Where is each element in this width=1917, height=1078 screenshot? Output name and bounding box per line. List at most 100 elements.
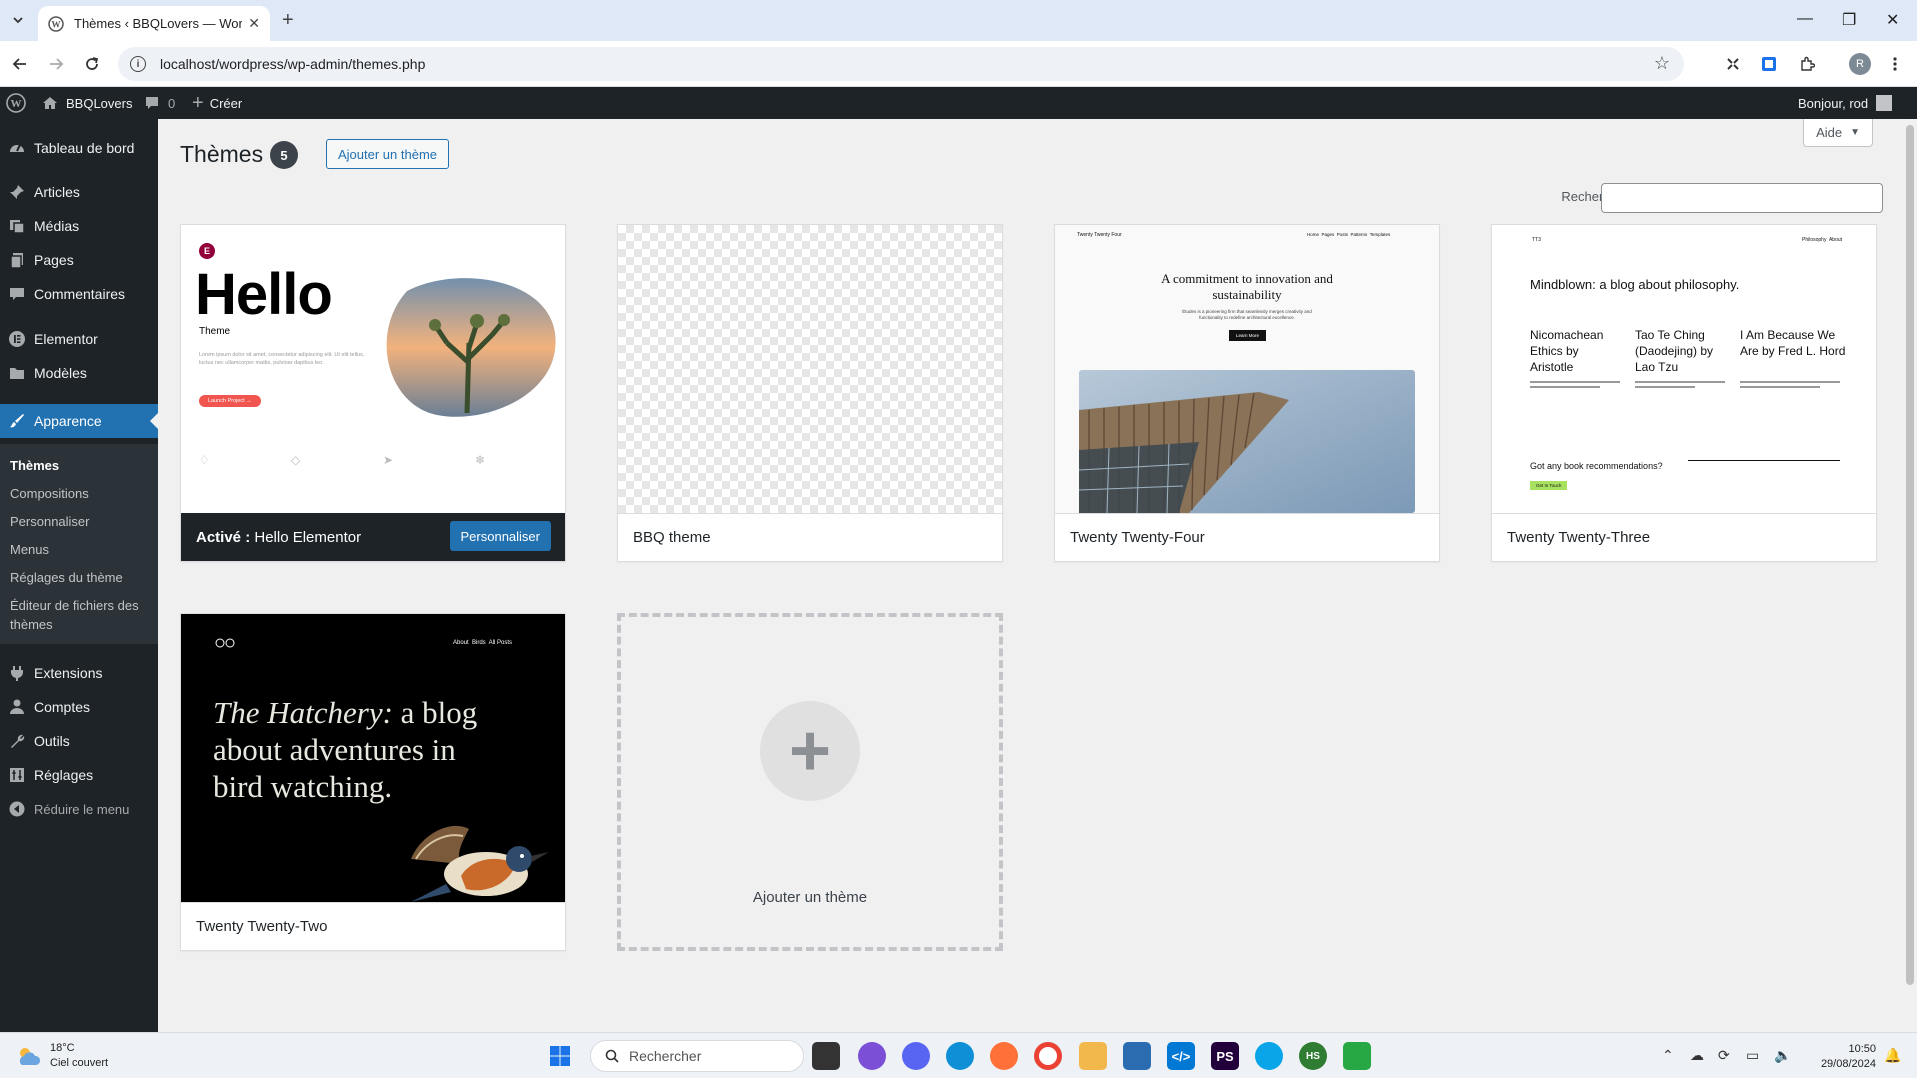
menu-elementor[interactable]: Elementor [0, 322, 158, 356]
add-theme-button[interactable]: Ajouter un thème [326, 139, 450, 169]
back-icon[interactable] [8, 52, 32, 76]
extension-icon[interactable] [1722, 53, 1744, 75]
new-tab-icon[interactable]: + [282, 9, 294, 32]
tt3-post-2: Tao Te Ching (Daodejing) by Lao Tzu [1635, 328, 1714, 374]
dashboard-icon [0, 139, 34, 157]
chrome-app-icon[interactable] [1034, 1042, 1062, 1070]
menu-templates[interactable]: Modèles [0, 356, 158, 390]
theme-screenshot[interactable] [618, 225, 1002, 513]
hello-sub: Theme [199, 326, 231, 337]
theme-screenshot[interactable]: TT3 Philosophy About Mindblown: a blog a… [1492, 225, 1876, 513]
browser-menu-icon[interactable] [1884, 53, 1906, 75]
firefox-app-icon[interactable] [990, 1042, 1018, 1070]
theme-card-twenty-twenty-two[interactable]: About Birds All Posts The Hatchery: a bl… [180, 613, 566, 951]
submenu-themes[interactable]: Thèmes [10, 456, 150, 475]
submenu-theme-settings[interactable]: Réglages du thème [10, 568, 150, 587]
site-name-link[interactable]: BBQLovers [42, 87, 132, 119]
my-account-link[interactable]: Bonjour, rod [1798, 87, 1893, 119]
menu-appearance[interactable]: Apparence [0, 404, 158, 438]
sync-icon[interactable]: ⟳ [1718, 1047, 1730, 1064]
menu-users[interactable]: Comptes [0, 690, 158, 724]
menu-label: Réglages [34, 767, 94, 783]
edge-app-icon[interactable] [946, 1042, 974, 1070]
bookmark-star-icon[interactable]: ☆ [1654, 53, 1670, 74]
volume-icon[interactable]: 🔈 [1774, 1047, 1791, 1064]
tab-close-icon[interactable]: ✕ [248, 15, 260, 32]
browser-app-icon[interactable] [1255, 1042, 1283, 1070]
page-scrollbar[interactable] [1903, 119, 1917, 1032]
plus-icon: + [760, 701, 860, 801]
theme-card-twenty-twenty-three[interactable]: TT3 Philosophy About Mindblown: a blog a… [1491, 224, 1877, 562]
onedrive-off-icon[interactable]: ☁ [1690, 1047, 1704, 1064]
reload-icon[interactable] [80, 52, 104, 76]
submenu-theme-file-editor[interactable]: Éditeur de fichiers des thèmes [10, 596, 150, 634]
tt3-post-3: I Am Because We Are by Fred L. Hord [1740, 328, 1846, 358]
wordpress-logo-icon[interactable]: W [6, 87, 26, 119]
elementor-badge-icon: E [199, 243, 215, 259]
theme-screenshot[interactable]: E Hello Theme Lorem ipsum dolor sit amet… [181, 225, 565, 513]
browser-toolbar: i localhost/wordpress/wp-admin/themes.ph… [0, 41, 1917, 87]
menu-comments[interactable]: Commentaires [0, 277, 158, 311]
hs-app-icon[interactable]: HS [1299, 1042, 1327, 1070]
address-bar[interactable]: i localhost/wordpress/wp-admin/themes.ph… [118, 47, 1684, 81]
help-button[interactable]: Aide ▼ [1803, 119, 1873, 147]
minimize-icon[interactable]: — [1797, 10, 1813, 28]
menu-label: Pages [34, 252, 74, 268]
menu-label: Extensions [34, 665, 103, 681]
comments-link[interactable]: 0 [144, 87, 175, 119]
copilot-app-icon[interactable] [858, 1042, 886, 1070]
folder-icon [0, 364, 34, 382]
menu-dashboard[interactable]: Tableau de bord [0, 131, 158, 165]
notepad-app-icon[interactable] [1343, 1042, 1371, 1070]
taskbar-search[interactable]: Rechercher [590, 1040, 804, 1072]
appearance-submenu: Thèmes Compositions Personnaliser Menus … [0, 444, 158, 644]
tab-search-icon[interactable] [6, 8, 30, 32]
customize-button[interactable]: Personnaliser [449, 521, 551, 551]
restore-icon[interactable]: ❐ [1842, 10, 1856, 30]
windows-taskbar: 18°C Ciel couvert Rechercher </> PS HS ⌃ … [0, 1032, 1917, 1078]
extension-translate-icon[interactable] [1758, 53, 1780, 75]
site-info-icon[interactable]: i [130, 56, 146, 72]
network-icon[interactable]: ▭ [1746, 1047, 1759, 1064]
store-app-icon[interactable] [1123, 1042, 1151, 1070]
menu-settings[interactable]: Réglages [0, 758, 158, 792]
phpstorm-app-icon[interactable]: PS [1211, 1042, 1239, 1070]
menu-media[interactable]: Médias [0, 209, 158, 243]
tray-chevron-icon[interactable]: ⌃ [1662, 1047, 1674, 1064]
theme-card-hello-elementor[interactable]: E Hello Theme Lorem ipsum dolor sit amet… [180, 224, 566, 562]
browser-tab[interactable]: W Thèmes ‹ BBQLovers — WordPress ✕ [38, 6, 270, 41]
scrollbar-thumb[interactable] [1906, 125, 1914, 985]
search-themes-input[interactable] [1601, 183, 1883, 213]
submenu-customize[interactable]: Personnaliser [10, 512, 150, 531]
menu-articles[interactable]: Articles [0, 175, 158, 209]
windows-start-icon[interactable] [546, 1042, 574, 1070]
theme-card-twenty-twenty-four[interactable]: Twenty Twenty Four Home Pages Posts Patt… [1054, 224, 1440, 562]
add-new-theme-card[interactable]: + Ajouter un thème [617, 613, 1003, 951]
close-window-icon[interactable]: ✕ [1886, 10, 1899, 30]
menu-tools[interactable]: Outils [0, 724, 158, 758]
theme-screenshot[interactable]: About Birds All Posts The Hatchery: a bl… [181, 614, 565, 902]
collapse-menu-button[interactable]: Réduire le menu [0, 794, 158, 824]
help-label: Aide [1816, 125, 1843, 140]
submenu-menus[interactable]: Menus [10, 540, 150, 559]
diamond-icon: ◇ [291, 453, 301, 467]
clock-date: 29/08/2024 [1820, 1058, 1876, 1070]
forward-icon[interactable] [44, 52, 68, 76]
task-view-icon[interactable] [812, 1042, 840, 1070]
discord-app-icon[interactable] [902, 1042, 930, 1070]
menu-pages[interactable]: Pages [0, 243, 158, 277]
profile-avatar[interactable]: R [1849, 53, 1871, 75]
extensions-puzzle-icon[interactable] [1796, 53, 1818, 75]
menu-plugins[interactable]: Extensions [0, 656, 158, 690]
vscode-app-icon[interactable]: </> [1167, 1042, 1195, 1070]
theme-screenshot[interactable]: Twenty Twenty Four Home Pages Posts Patt… [1055, 225, 1439, 513]
notification-bell-icon[interactable]: 🔔 [1884, 1047, 1901, 1064]
theme-card-bbq-theme[interactable]: BBQ theme [617, 224, 1003, 562]
settings-icon [0, 766, 34, 784]
clock[interactable]: 10:50 29/08/2024 [1810, 1042, 1876, 1072]
submenu-patterns[interactable]: Compositions [10, 484, 150, 503]
file-explorer-app-icon[interactable] [1079, 1042, 1107, 1070]
new-content-link[interactable]: + Créer [192, 87, 242, 119]
active-theme-label: Activé : Hello Elementor [196, 528, 362, 546]
weather-widget[interactable]: 18°C Ciel couvert [16, 1041, 108, 1071]
